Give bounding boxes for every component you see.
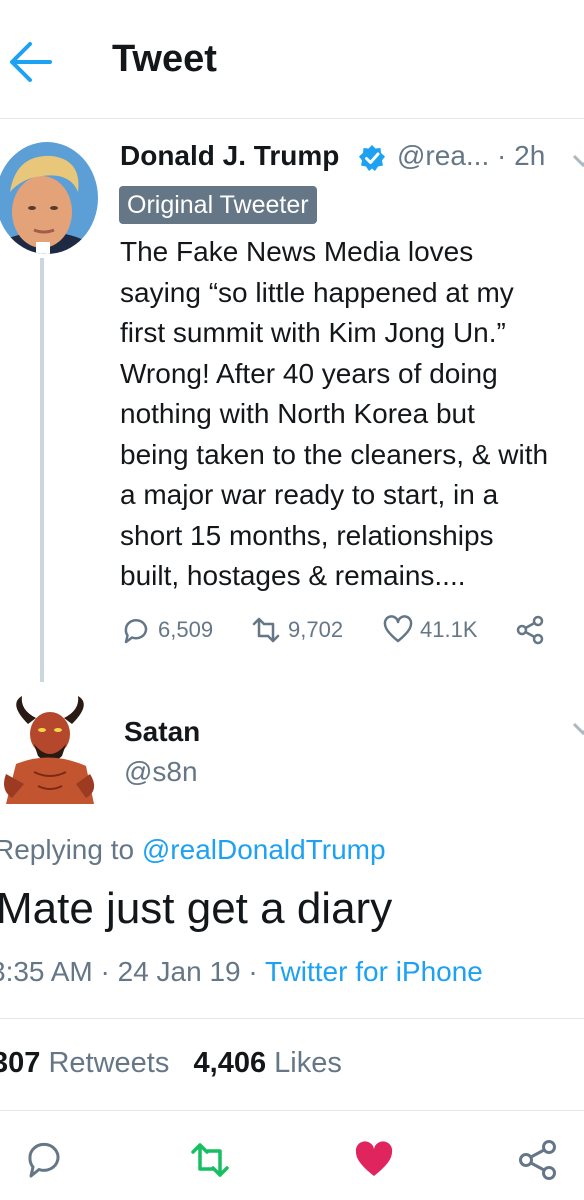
reply-text: Mate just get a diary [0, 884, 393, 933]
header-bar [0, 0, 584, 119]
tweet-text-line: a major war ready to start, in a [120, 479, 499, 510]
tweet-time: · 2h [489, 140, 546, 171]
reply-count: 6,509 [158, 617, 214, 642]
like-action[interactable]: 41.1K [382, 612, 478, 648]
tweet-text-line: The Fake News Media loves [120, 236, 474, 267]
tweet-date: · 24 Jan 19 · [92, 956, 265, 987]
like-button[interactable] [352, 1138, 396, 1182]
reply-author-handle[interactable]: @s8n [124, 756, 198, 788]
retweet-button[interactable] [188, 1138, 232, 1182]
tweet-text: The Fake News Media loves saying “so lit… [120, 232, 584, 597]
replying-prefix: Replying to [0, 834, 142, 865]
tweet-text-line: Wrong! After 40 years of doing [120, 357, 498, 389]
arrow-left-icon[interactable] [6, 40, 54, 84]
satan-avatar[interactable] [0, 694, 102, 808]
tweet-text-line: short 15 months, relationships [120, 519, 494, 551]
retweet-total[interactable]: 307 [0, 1047, 40, 1079]
reply-action[interactable]: 6,509 [120, 612, 213, 648]
heart-icon [383, 615, 413, 643]
replying-to-link[interactable]: @realDonaldTrump [142, 834, 386, 865]
like-count: 41.1K [420, 617, 478, 642]
verified-badge-icon [358, 144, 386, 172]
retweet-action[interactable]: 9,702 [250, 612, 343, 648]
retweet-count: 9,702 [288, 617, 344, 642]
engagement-stats: 307 Retweets 4,406 Likes [0, 1047, 342, 1080]
share-icon [516, 615, 544, 645]
reply-author-name[interactable]: Satan [124, 716, 200, 748]
thread-line [40, 258, 44, 682]
reply-icon [28, 1142, 60, 1178]
trump-avatar[interactable] [0, 142, 98, 254]
tweet-text-line: being taken to the cleaners, & with [120, 438, 549, 470]
reply-button[interactable] [22, 1138, 66, 1182]
likes-label: Likes [266, 1047, 342, 1079]
like-total[interactable]: 4,406 [194, 1047, 267, 1079]
chevron-down-icon[interactable] [572, 722, 584, 736]
retweet-icon [252, 617, 280, 643]
share-button[interactable] [516, 1138, 560, 1182]
author-handle[interactable]: @rea... · 2h [397, 140, 545, 172]
tweet-text-line: first summit with Kim Jong Un.” [120, 317, 506, 348]
chevron-down-icon[interactable] [572, 154, 584, 168]
tweet-text-line: saying “so little happened at my [120, 276, 514, 308]
tweet-text-line: built, hostages & remains.... [120, 560, 466, 591]
handle-text: @rea... [397, 140, 490, 171]
tweet-timestamp: 3:35 AM [0, 956, 93, 987]
tweet-source-link[interactable]: Twitter for iPhone [265, 956, 483, 987]
original-tweeter-badge: Original Tweeter [119, 186, 317, 224]
divider [0, 1110, 584, 1111]
share-action[interactable] [514, 612, 552, 648]
tweet-text-line: nothing with North Korea but [120, 398, 475, 429]
tweet-meta: 3:35 AM · 24 Jan 19 · Twitter for iPhone [0, 956, 483, 988]
retweets-label: Retweets [40, 1047, 170, 1079]
page-title: Tweet [112, 38, 217, 80]
retweet-icon [191, 1143, 229, 1177]
heart-filled-icon [355, 1141, 393, 1176]
share-icon [519, 1140, 556, 1180]
author-name[interactable]: Donald J. Trump [120, 140, 339, 172]
divider [0, 1018, 584, 1019]
replying-to: Replying to @realDonaldTrump [0, 834, 386, 866]
reply-icon [124, 619, 148, 644]
